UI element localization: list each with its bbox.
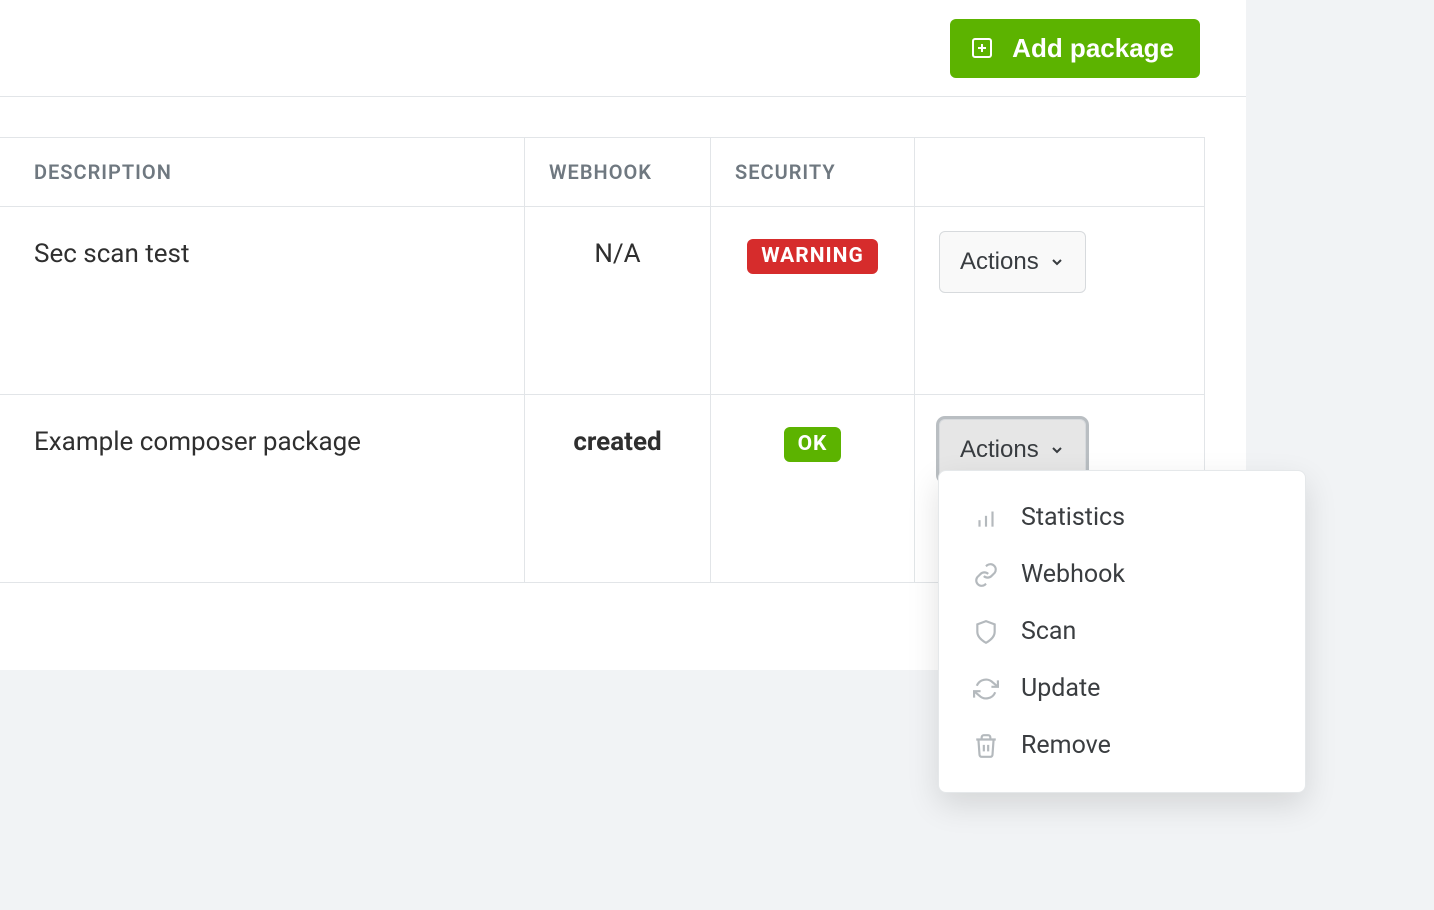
cell-security: WARNING bbox=[711, 207, 915, 395]
trash-icon bbox=[973, 733, 999, 759]
security-badge: OK bbox=[784, 427, 842, 462]
dropdown-item-label: Update bbox=[1021, 674, 1100, 703]
actions-button[interactable]: Actions bbox=[939, 231, 1086, 293]
actions-button-label: Actions bbox=[960, 436, 1039, 464]
dropdown-item-statistics[interactable]: Statistics bbox=[939, 489, 1305, 546]
shield-icon bbox=[973, 619, 999, 645]
header-webhook: WEBHOOK bbox=[525, 138, 711, 207]
chevron-down-icon bbox=[1049, 442, 1065, 458]
cell-description: Example composer package bbox=[0, 395, 525, 583]
cell-webhook: created bbox=[525, 395, 711, 583]
chevron-down-icon bbox=[1049, 254, 1065, 270]
content-panel: Add package DESCRIPTION WEBHOOK SECURITY… bbox=[0, 0, 1246, 670]
dropdown-item-label: Statistics bbox=[1021, 503, 1125, 532]
cell-security: OK bbox=[711, 395, 915, 583]
dropdown-item-label: Webhook bbox=[1021, 560, 1125, 589]
cell-webhook: N/A bbox=[525, 207, 711, 395]
dropdown-item-remove[interactable]: Remove bbox=[939, 717, 1305, 774]
security-badge: WARNING bbox=[747, 239, 878, 274]
dropdown-item-label: Remove bbox=[1021, 731, 1111, 760]
dropdown-item-update[interactable]: Update bbox=[939, 660, 1305, 717]
dropdown-item-label: Scan bbox=[1021, 617, 1076, 646]
dropdown-item-scan[interactable]: Scan bbox=[939, 603, 1305, 660]
cell-actions: Actions bbox=[915, 207, 1205, 395]
actions-dropdown: Statistics Webhook Scan Update Remove bbox=[938, 470, 1306, 793]
divider bbox=[0, 96, 1246, 97]
link-icon bbox=[973, 562, 999, 588]
header-security: SECURITY bbox=[711, 138, 915, 207]
header-description: DESCRIPTION bbox=[0, 138, 525, 207]
add-package-label: Add package bbox=[1012, 33, 1174, 64]
table-row: Sec scan testN/A WARNING Actions bbox=[0, 207, 1205, 395]
bar-chart-icon bbox=[973, 505, 999, 531]
dropdown-item-webhook[interactable]: Webhook bbox=[939, 546, 1305, 603]
refresh-icon bbox=[973, 676, 999, 702]
toolbar: Add package bbox=[0, 0, 1246, 96]
add-package-button[interactable]: Add package bbox=[950, 19, 1200, 78]
plus-square-icon bbox=[970, 36, 994, 60]
header-actions bbox=[915, 138, 1205, 207]
actions-button-label: Actions bbox=[960, 248, 1039, 276]
cell-description: Sec scan test bbox=[0, 207, 525, 395]
